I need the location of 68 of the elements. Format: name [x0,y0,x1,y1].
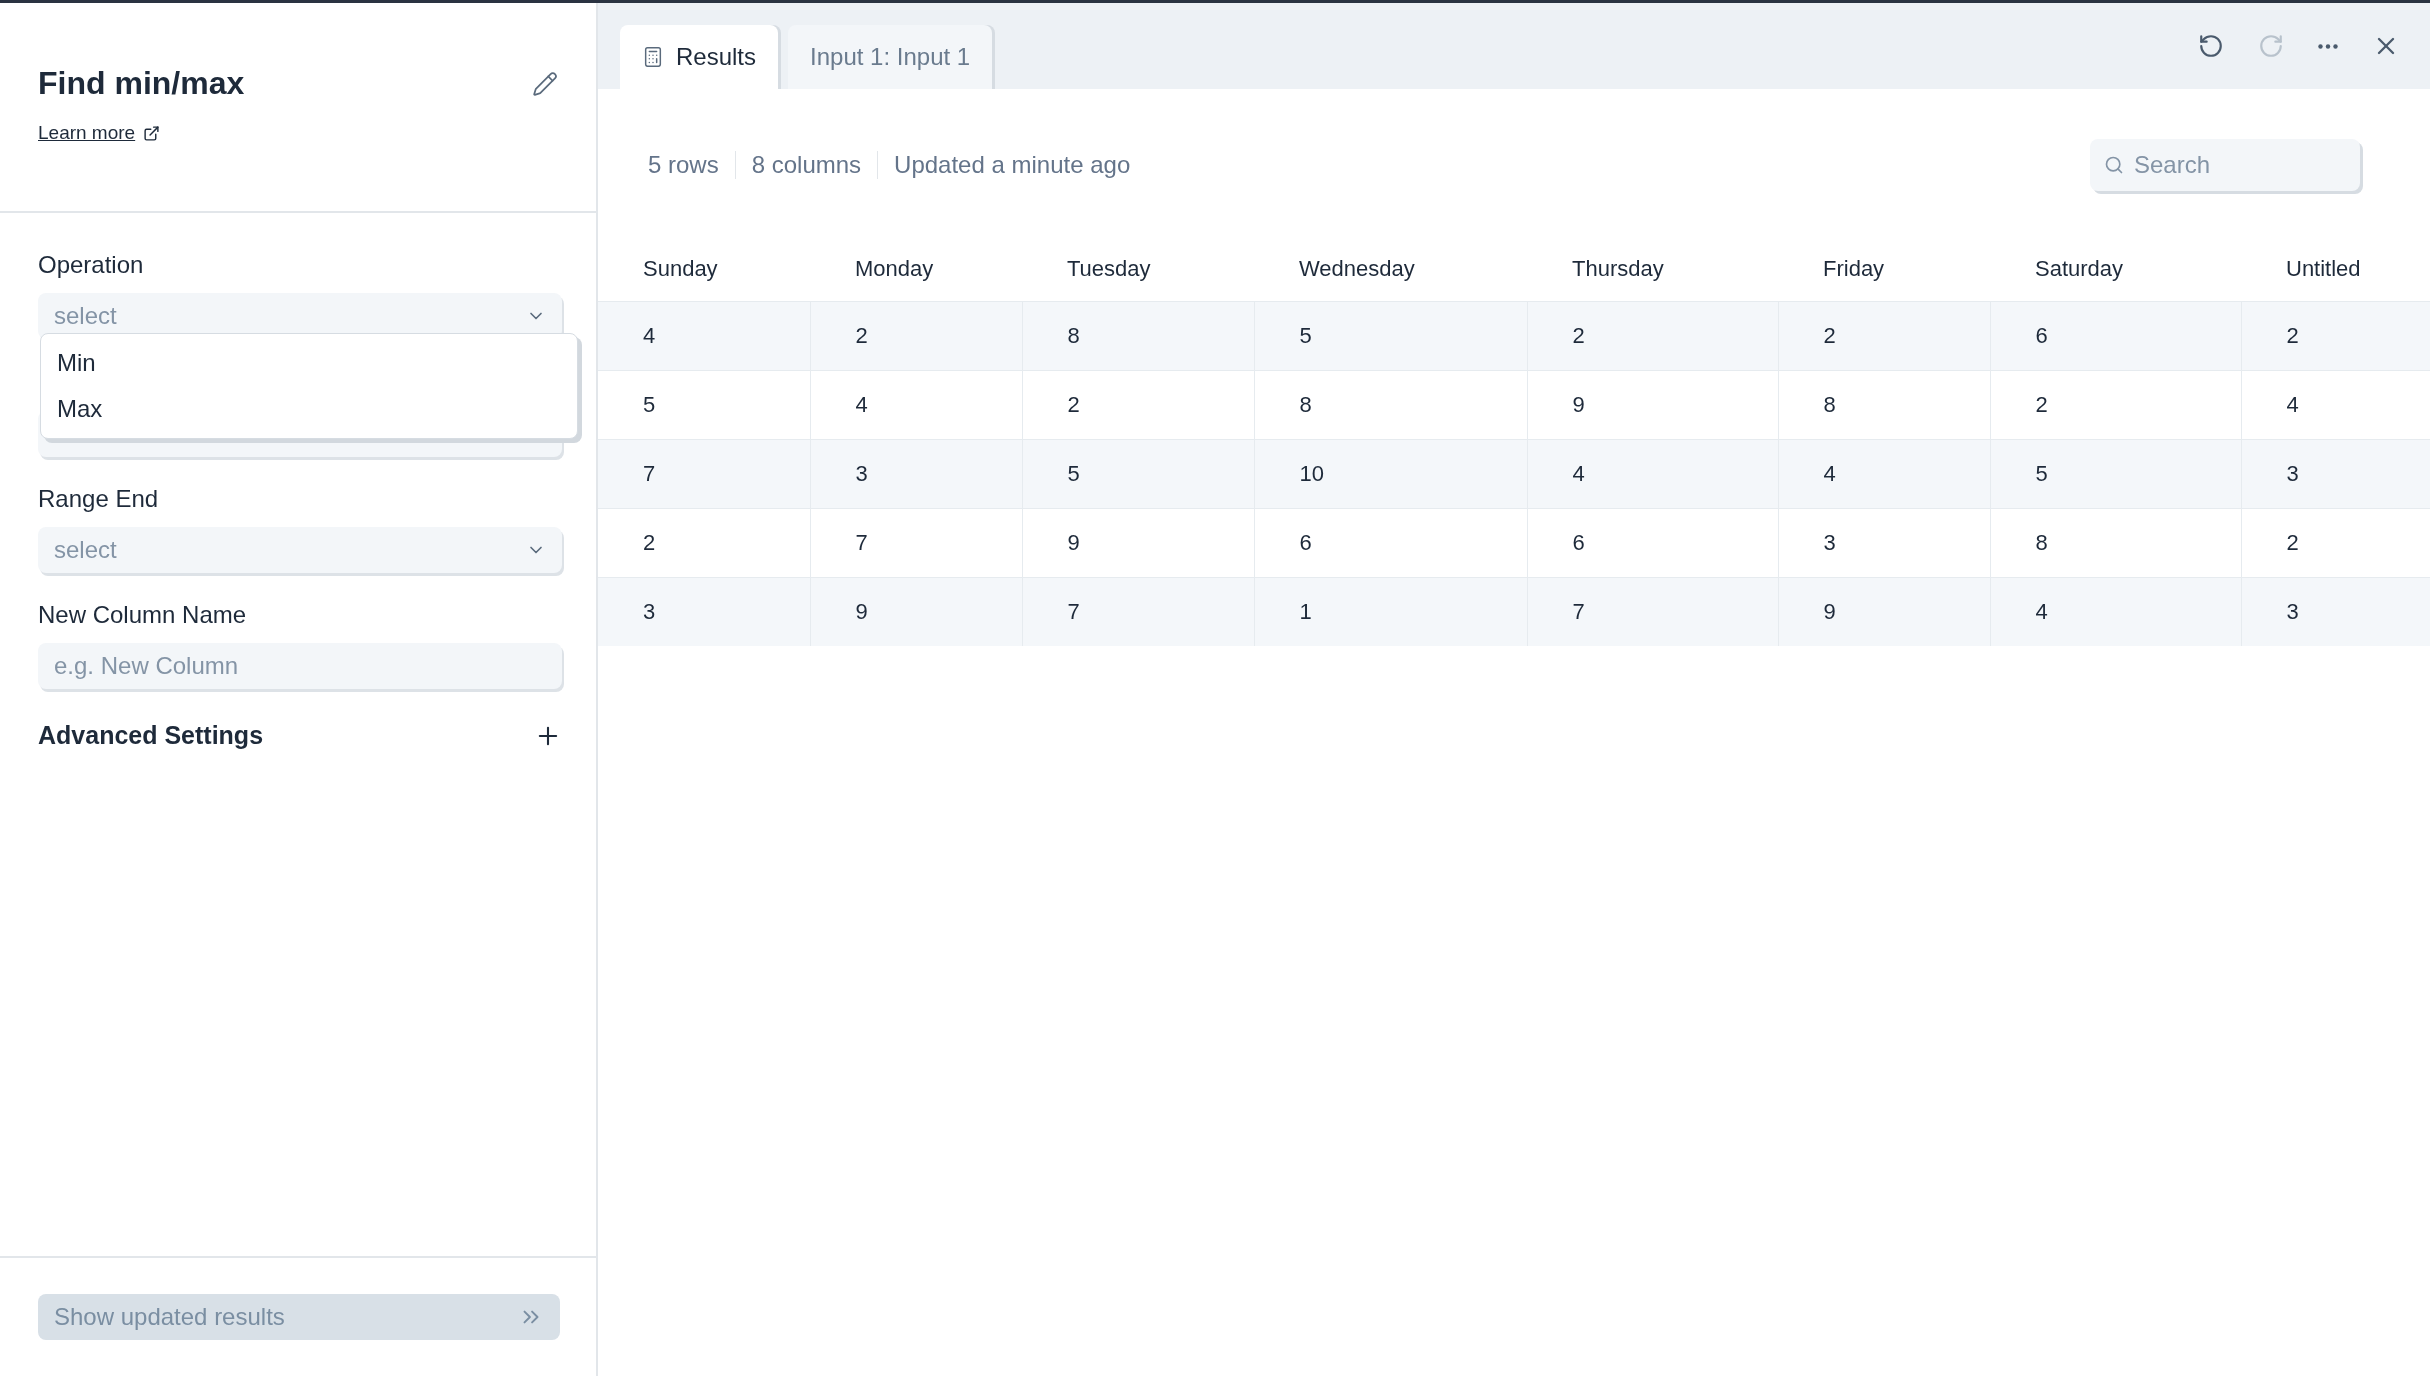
column-header[interactable]: Thursday [1527,237,1778,302]
table-cell: 6 [1990,301,2241,371]
table-cell: 2 [1778,301,1990,371]
input-field[interactable]: e.g. New Column [38,643,562,689]
table-cell: 9 [810,577,1022,646]
table-cell: 3 [1778,508,1990,578]
column-header[interactable]: Untitled [2241,237,2430,302]
table-cell: 6 [1254,508,1527,578]
table-cell: 4 [1990,577,2241,646]
table-cell: 4 [1527,439,1778,509]
table-cell: 3 [2241,439,2430,509]
menu-item[interactable]: Max [41,386,577,432]
table-cell: 9 [1022,508,1254,578]
field-label: Operation [38,251,145,279]
more-icon [2318,43,2338,49]
table-cell: 2 [2241,508,2430,578]
column-header[interactable]: Sunday [598,237,810,302]
table-cell: 2 [1022,370,1254,440]
table-cell: 2 [598,508,810,578]
field-label: New Column Name [38,601,248,629]
table-cell: 7 [1527,577,1778,646]
column-header[interactable]: Friday [1778,237,1990,302]
summary-text: 8 columns [734,151,878,179]
edit-icon[interactable] [532,70,558,97]
advanced-settings-label[interactable]: Advanced Settings [38,721,264,750]
table-cell: 5 [1990,439,2241,509]
search-field[interactable]: Search [2090,139,2360,191]
table-cell: 7 [810,508,1022,578]
table-cell: 9 [1527,370,1778,440]
table-cell: 6 [1527,508,1778,578]
table-cell: 1 [1254,577,1527,646]
table-cell: 8 [1022,301,1254,371]
table-cell: 5 [598,370,810,440]
table-cell: 4 [810,370,1022,440]
table-cell: 8 [1990,508,2241,578]
table-cell: 5 [1254,301,1527,371]
column-header[interactable]: Saturday [1990,237,2241,302]
column-header[interactable]: Wednesday [1254,237,1527,302]
menu-item[interactable]: Min [41,340,577,386]
summary-text: 5 rows [648,151,720,179]
tab[interactable]: Results [620,25,779,89]
table-cell: 7 [598,439,810,509]
table-cell: 4 [2241,370,2430,440]
table-cell: 5 [1022,439,1254,509]
table-cell: 3 [810,439,1022,509]
table-cell: 7 [1022,577,1254,646]
table-cell: 2 [1990,370,2241,440]
search-icon [2104,155,2124,175]
table-cell: 4 [598,301,810,371]
table-cell: 3 [2241,577,2430,646]
table-cell: 2 [1527,301,1778,371]
tab[interactable]: Input 1: Input 1 [788,25,993,89]
table-cell: 8 [1778,370,1990,440]
panel-title: Find min/max [38,65,245,102]
table-cell: 2 [810,301,1022,371]
external-link-icon [143,124,161,142]
column-header[interactable]: Tuesday [1022,237,1254,302]
table-cell: 10 [1254,439,1527,509]
table-cell: 9 [1778,577,1990,646]
calculator-icon [642,46,664,68]
learn-more-link[interactable]: Learn more [38,122,161,144]
table-cell: 8 [1254,370,1527,440]
column-header[interactable]: Monday [810,237,1022,302]
field-label: Range End [38,485,160,513]
table-cell: 3 [598,577,810,646]
table-cell: 4 [1778,439,1990,509]
table-cell: 2 [2241,301,2430,371]
summary-text: Updated a minute ago [877,151,1147,179]
